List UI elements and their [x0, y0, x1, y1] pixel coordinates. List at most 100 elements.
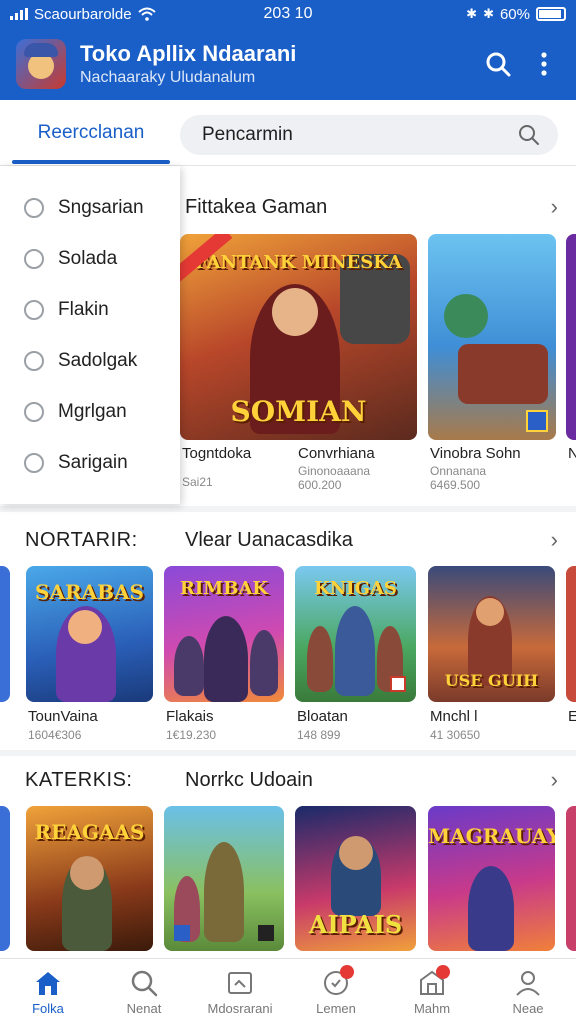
- game-meta: 1€19.230: [166, 728, 217, 742]
- game-thumbnail[interactable]: REAGAAS: [26, 806, 153, 951]
- section-header[interactable]: KATERKIS: Norrkc Udoain ›: [0, 760, 576, 800]
- battery-icon: [536, 7, 566, 21]
- dropdown-item[interactable]: Sadolgak: [0, 335, 180, 386]
- game-meta: 148 899: [297, 728, 341, 742]
- badge-icon: [174, 925, 190, 941]
- dropdown-item[interactable]: Flakin: [0, 284, 180, 335]
- game-name: E: [568, 708, 576, 725]
- status-time: 203 10: [263, 5, 313, 22]
- filter-dropdown: Sngsarian Solada Flakin Sadolgak Mgrlgan…: [0, 166, 180, 504]
- app-logo[interactable]: [16, 39, 66, 89]
- nav-item-search[interactable]: Nenat: [96, 959, 192, 1024]
- game-name: Convrhiana: [298, 445, 375, 462]
- nav-item-profile[interactable]: Neae: [480, 959, 576, 1024]
- section-title: Norrkc Udoain: [185, 768, 313, 791]
- nav-item-label: Folka: [32, 1000, 64, 1016]
- game-meta: Sai21: [182, 475, 213, 489]
- game-thumbnail[interactable]: [164, 806, 284, 951]
- section-divider: [0, 750, 576, 756]
- game-thumbnail[interactable]: FANTANK MINESKA SOMIAN: [180, 234, 417, 440]
- dropdown-item-label: Flakin: [58, 298, 109, 320]
- battery-label: 60%: [499, 5, 530, 23]
- app-title-block: Toko Apllix Ndaarani Nachaaraky Uludanal…: [80, 41, 468, 87]
- radio-icon[interactable]: [24, 350, 44, 371]
- radio-icon[interactable]: [24, 452, 44, 473]
- search-icon[interactable]: [518, 124, 540, 146]
- game-art-title: REAGAAS: [34, 820, 145, 844]
- badge-icon: [526, 410, 548, 432]
- game-name: N: [568, 445, 576, 462]
- carrier-label: Scaourbarolde: [34, 5, 132, 23]
- app-title: Toko Apllix Ndaarani: [80, 41, 297, 66]
- section-title: Vlear Uanacasdika: [185, 528, 353, 551]
- dropdown-item-label: Mgrlgan: [58, 400, 127, 422]
- radio-icon[interactable]: [24, 248, 44, 269]
- bottom-navigation: Folka Nenat Mdosrarani Lemen Mahm Neae: [0, 958, 576, 1024]
- game-thumbnail[interactable]: AIPAIS: [295, 806, 416, 951]
- game-thumbnail[interactable]: USE GUIH: [428, 566, 555, 702]
- game-art-title: FANTANK MINESKA: [194, 252, 403, 273]
- search-icon[interactable]: [482, 48, 514, 80]
- status-bar: Scaourbarolde 203 10 ✱ ✱ 60%: [0, 0, 576, 28]
- game-thumbnail[interactable]: [0, 806, 10, 951]
- chevron-right-icon[interactable]: ›: [551, 194, 558, 220]
- game-thumbnail[interactable]: KNIGAS: [295, 566, 416, 702]
- game-meta: 1604€306: [28, 728, 82, 742]
- more-vert-icon[interactable]: [528, 48, 560, 80]
- library-icon: [224, 968, 256, 998]
- nav-item-library[interactable]: Mdosrarani: [192, 959, 288, 1024]
- dropdown-item[interactable]: Sarigain: [0, 437, 180, 488]
- dropdown-item-label: Solada: [58, 247, 118, 269]
- game-name: Vinobra Sohn: [430, 445, 521, 462]
- nav-item-store[interactable]: Mahm: [384, 959, 480, 1024]
- game-thumbnail[interactable]: [566, 234, 576, 440]
- chevron-right-icon[interactable]: ›: [551, 767, 558, 793]
- profile-icon: [512, 968, 544, 998]
- game-name: Flakais: [166, 708, 214, 725]
- radio-icon[interactable]: [24, 197, 44, 218]
- game-art-title: RIMBAK: [179, 578, 269, 599]
- dropdown-item[interactable]: Solada: [0, 233, 180, 284]
- search-input-value: Pencarmin: [202, 124, 293, 145]
- dropdown-item[interactable]: Mgrlgan: [0, 386, 180, 437]
- nav-item-label: Neae: [512, 1000, 544, 1016]
- tab-recommendation[interactable]: Reercclanan: [12, 100, 170, 166]
- section-divider: [0, 506, 576, 512]
- nav-item-label: Nenat: [126, 1000, 162, 1016]
- section-header[interactable]: NORTARIR: Vlear Uanacasdika ›: [0, 520, 576, 560]
- game-meta: Onnanana 6469.500: [430, 464, 487, 492]
- game-art-title: SARABAS: [35, 580, 144, 604]
- nav-item-label: Mahm: [413, 1000, 451, 1016]
- notification-badge: [435, 965, 450, 979]
- radio-icon[interactable]: [24, 401, 44, 422]
- game-art-title: USE GUIH: [444, 671, 539, 690]
- dropdown-item-label: Sadolgak: [58, 349, 138, 371]
- game-thumbnail[interactable]: SARABAS: [26, 566, 153, 702]
- game-thumbnail[interactable]: RIMBAK: [164, 566, 284, 702]
- notification-badge: [339, 965, 354, 979]
- app-subtitle: Nachaaraky Uludanalum: [80, 69, 256, 86]
- game-art-title: MAGRAUAY: [428, 824, 555, 848]
- nav-item-label: Mdosrarani: [207, 1000, 273, 1016]
- game-thumbnail[interactable]: [566, 566, 576, 702]
- game-thumbnail[interactable]: [566, 806, 576, 951]
- nav-item-home[interactable]: Folka: [0, 959, 96, 1024]
- radio-icon[interactable]: [24, 299, 44, 320]
- section-label: NORTARIR:: [25, 528, 138, 551]
- game-thumbnail[interactable]: [0, 566, 10, 702]
- nav-item-chat[interactable]: Lemen: [288, 959, 384, 1024]
- app-bar: Toko Apllix Ndaarani Nachaaraky Uludanal…: [0, 28, 576, 100]
- chevron-right-icon[interactable]: ›: [551, 527, 558, 553]
- bluetooth-icon-2: ✱: [483, 6, 494, 21]
- game-thumbnail[interactable]: MAGRAUAY: [428, 806, 555, 951]
- game-meta: Ginonoaaana 600.200: [298, 464, 371, 492]
- search-input[interactable]: Pencarmin: [180, 115, 558, 155]
- search-icon: [128, 968, 160, 998]
- section-title: Fittakea Gaman: [185, 195, 328, 218]
- game-thumbnail[interactable]: [428, 234, 556, 440]
- wifi-icon: [137, 7, 156, 21]
- dropdown-item[interactable]: Sngsarian: [0, 182, 180, 233]
- home-icon: [32, 968, 64, 998]
- badge-icon: [390, 676, 406, 692]
- dropdown-item-label: Sarigain: [58, 451, 128, 473]
